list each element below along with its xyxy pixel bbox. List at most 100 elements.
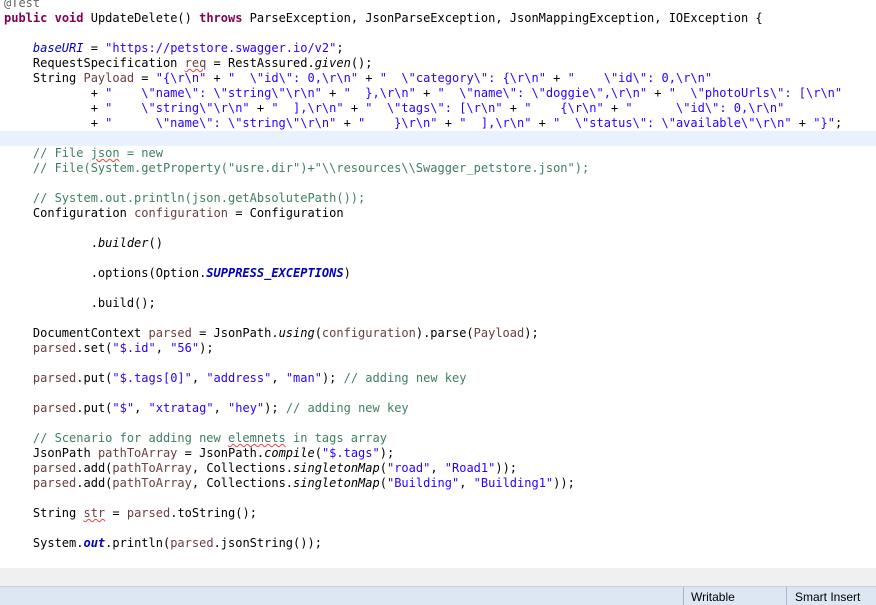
local-variable: req [184, 56, 207, 70]
local-variable: configuration [134, 206, 228, 220]
annotation: @Test [4, 0, 41, 10]
code-text: + [90, 116, 106, 130]
code-line-7: + " \"string\"\r\n" + " ],\r\n" + " \"ta… [4, 101, 785, 116]
code-editor[interactable]: @Test public void UpdateDelete() throws … [0, 0, 876, 568]
static-method: given [314, 56, 351, 70]
code-line-17: parsed.set("$.id", "56"); [4, 341, 214, 356]
code-text: ); [524, 326, 539, 340]
code-text: + [603, 101, 626, 115]
code-text: ).parse( [415, 326, 474, 340]
type-name: JsonPath [32, 446, 98, 460]
code-text: .set( [76, 341, 113, 355]
code-text: .jsonString()); [213, 536, 322, 550]
code-text: , [459, 476, 474, 490]
code-line-16: DocumentContext parsed = JsonPath.using(… [4, 326, 539, 341]
type-name: Configuration [32, 206, 135, 220]
code-line-1: @Test [4, 0, 40, 11]
comment-text: = new [119, 146, 163, 160]
misspelled-word: elemnets [227, 431, 286, 445]
code-text: . [90, 236, 98, 250]
code-text: ) [343, 266, 351, 280]
local-variable: pathToArray [97, 446, 178, 460]
code-text: ); [379, 446, 395, 460]
code-line-22: parsed.add(pathToArray, Collections.sing… [4, 461, 517, 476]
string-literal: "}" [813, 116, 835, 130]
code-text: + [321, 86, 344, 100]
code-text: , [155, 341, 171, 355]
string-literal: " \"id\": 0,\r\n" [567, 71, 713, 85]
string-literal: " \"name\": \"string\"\r\n" [105, 116, 337, 130]
code-text: (); [350, 56, 373, 70]
string-literal: "xtratag" [148, 401, 214, 415]
static-method: using [278, 326, 315, 340]
status-separator [683, 587, 684, 605]
code-text: + [791, 116, 814, 130]
type-name: RequestSpecification [32, 56, 185, 70]
local-variable: parsed [32, 461, 77, 475]
string-literal: "Road1" [444, 461, 496, 475]
code-text: .put( [76, 371, 113, 385]
local-variable: parsed [148, 326, 192, 340]
code-text: , [271, 371, 286, 385]
comment: // File json = new [33, 146, 163, 160]
static-method: builder [97, 236, 149, 250]
code-text: , Collections. [191, 476, 294, 490]
comment-text: in tags array [285, 431, 387, 445]
comment-text: // Scenario for adding new [32, 431, 228, 445]
code-text: ); [264, 401, 286, 415]
code-line-13: .builder() [4, 236, 163, 251]
comment: // System.out.println(json.getAbsolutePa… [32, 191, 366, 205]
string-literal: " \"photoUrls\": [\r\n" [668, 86, 843, 100]
local-variable: parsed [32, 476, 77, 490]
string-literal: "$.id" [112, 341, 156, 355]
local-variable: parsed [32, 371, 77, 385]
code-line-24: String str = parsed.toString(); [4, 506, 257, 521]
code-line-3: baseURI = "https://petstore.swagger.io/v… [4, 41, 344, 56]
string-literal: "Building1" [473, 476, 554, 490]
code-text: , [134, 401, 149, 415]
code-text: ; [834, 116, 843, 130]
keyword: void [54, 11, 84, 25]
code-line-14: .options(Option.SUPPRESS_EXCEPTIONS) [4, 266, 351, 281]
string-literal: " {\r\n" [524, 101, 604, 115]
code-text: ; [336, 41, 344, 55]
status-bar: Writable Smart Insert [0, 586, 876, 605]
code-text: + [90, 86, 106, 100]
local-variable: parsed [32, 401, 77, 415]
code-text: + [336, 116, 359, 130]
comment: // adding new key [285, 401, 409, 415]
code-text: = [134, 71, 156, 85]
code-text: + [437, 116, 460, 130]
comment-text: // File [32, 146, 91, 160]
code-text: + [502, 101, 525, 115]
code-text: .add( [76, 476, 113, 490]
type-name: DocumentContext [32, 326, 149, 340]
string-literal: "Building" [386, 476, 460, 490]
string-literal: "road" [386, 461, 431, 475]
code-text: = JsonPath. [177, 446, 265, 460]
code-text: = [83, 41, 106, 55]
code-text: () [148, 236, 163, 250]
static-constant: SUPPRESS_EXCEPTIONS [206, 266, 344, 280]
writable-status: Writable [691, 590, 735, 604]
local-variable: parsed [170, 536, 214, 550]
string-literal: " },\r\n" [343, 86, 416, 100]
string-literal: " \"name\": \"string\"\r\n" [105, 86, 322, 100]
code-text: .toString(); [170, 506, 257, 520]
code-text: = RestAssured. [206, 56, 315, 70]
code-line-25: System.out.println(parsed.jsonString()); [4, 536, 322, 551]
static-field: out [83, 536, 106, 550]
code-text: .options(Option. [90, 266, 207, 280]
code-line-21: JsonPath pathToArray = JsonPath.compile(… [4, 446, 394, 461]
string-literal: " \"string\"\r\n" [105, 101, 250, 115]
string-literal: " }\r\n" [358, 116, 438, 130]
local-variable: Payload [83, 71, 135, 85]
code-text: + [415, 86, 438, 100]
code-line-23: parsed.add(pathToArray, Collections.sing… [4, 476, 575, 491]
code-line-5: String Payload = "{\r\n" + " \"id\": 0,\… [4, 71, 712, 86]
code-line-20: // Scenario for adding new elemnets in t… [4, 431, 387, 446]
code-line-19: parsed.put("$", "xtratag", "hey"); // ad… [4, 401, 409, 416]
insert-mode-status[interactable]: Smart Insert [795, 589, 860, 605]
type-name: String [32, 71, 84, 85]
code-text: ( [314, 446, 322, 460]
